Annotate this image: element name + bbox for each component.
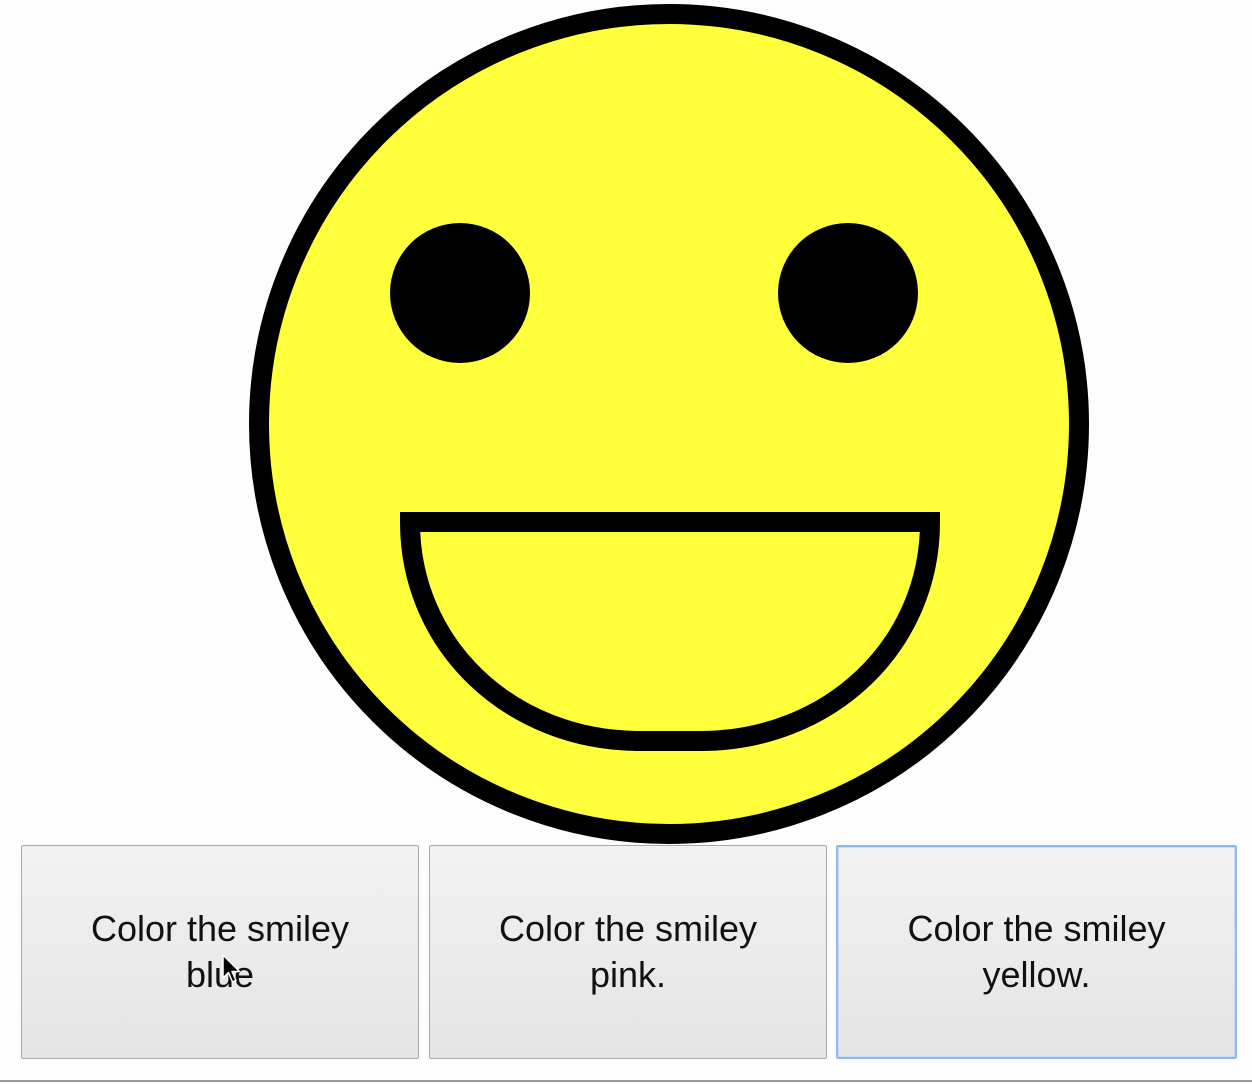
arrow-cursor-icon xyxy=(222,954,241,983)
smiley-face xyxy=(249,4,1089,844)
smiley-app: Color the smiley blue Color the smiley p… xyxy=(0,0,1252,1084)
color-yellow-button-label: Color the smiley yellow. xyxy=(907,908,1166,995)
bottom-divider xyxy=(0,1080,1252,1082)
left-eye xyxy=(390,223,530,363)
color-yellow-button[interactable]: Color the smiley yellow. xyxy=(836,845,1237,1059)
color-pink-button-label: Color the smiley pink. xyxy=(498,908,758,995)
color-blue-button-label: Color the smiley blue xyxy=(90,908,350,995)
right-eye xyxy=(778,223,918,363)
color-pink-button[interactable]: Color the smiley pink. xyxy=(429,845,827,1059)
color-blue-button[interactable]: Color the smiley blue xyxy=(21,845,419,1059)
